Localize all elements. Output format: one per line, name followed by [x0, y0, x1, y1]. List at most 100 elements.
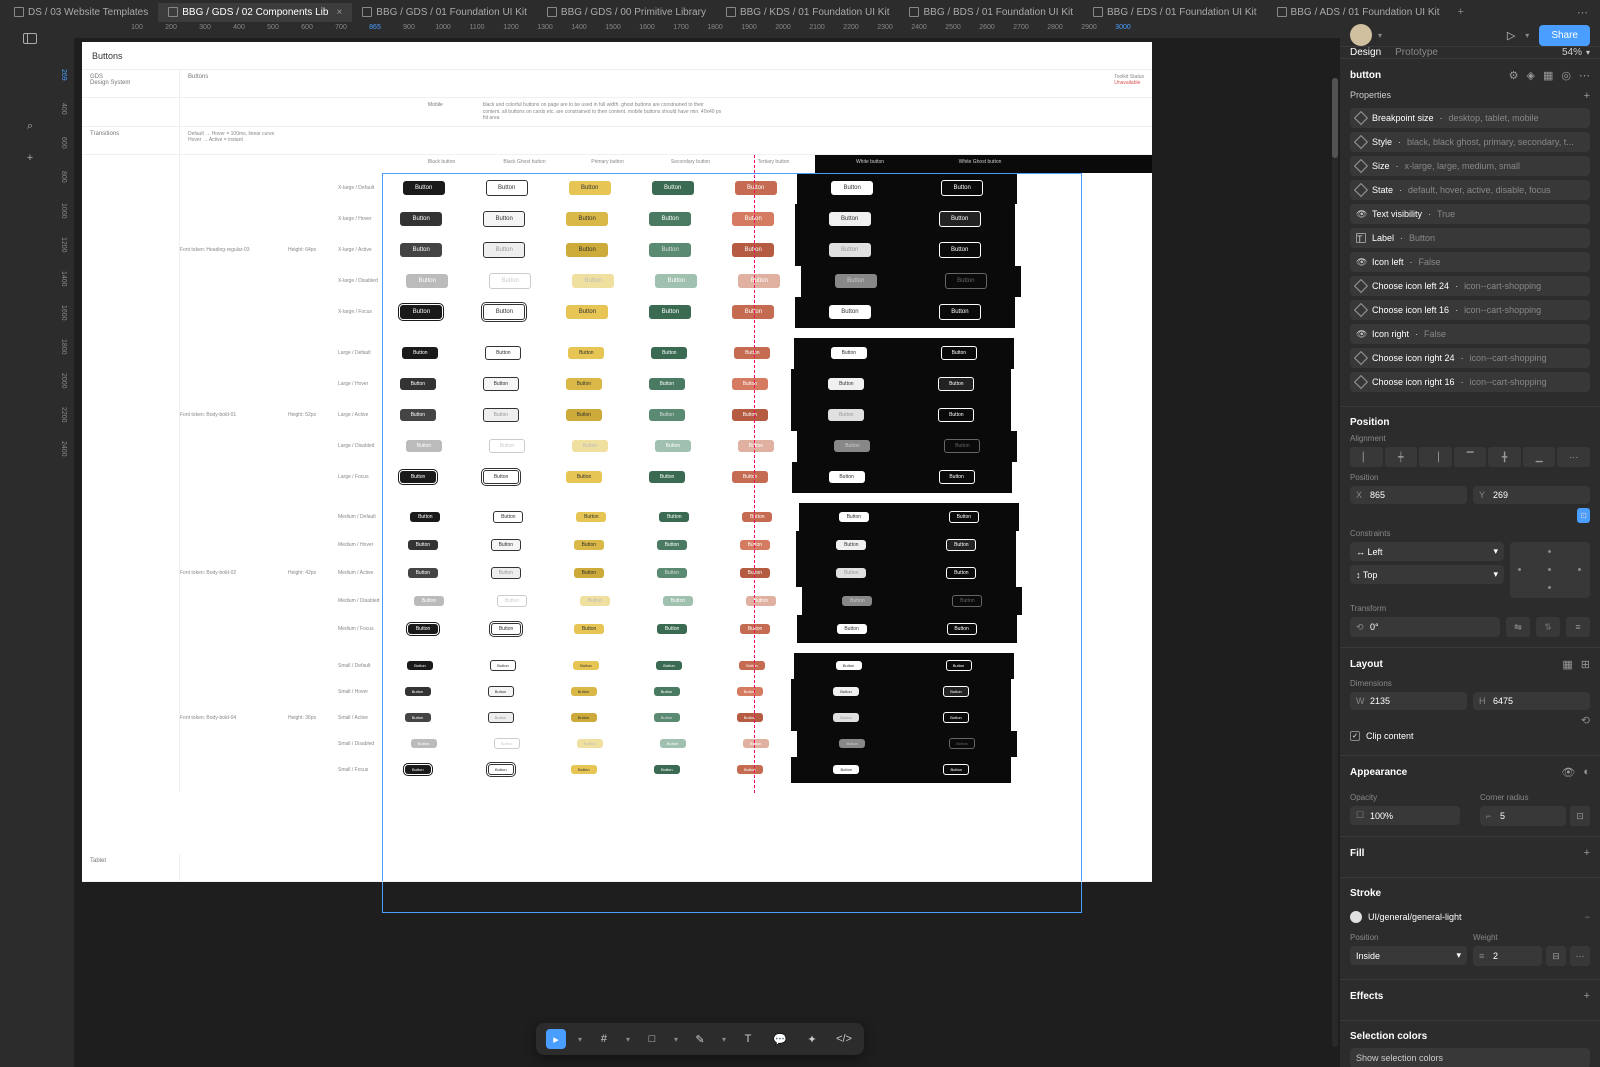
canvas-scrollbar[interactable]: [1332, 78, 1338, 1047]
clip-content-check[interactable]: ✓Clip content: [1350, 727, 1590, 745]
search-icon[interactable]: ⌕: [22, 118, 38, 134]
target-icon[interactable]: ◎: [1561, 69, 1571, 82]
variant-icon[interactable]: ◈: [1527, 69, 1535, 82]
pen-tool[interactable]: ✎: [690, 1029, 710, 1049]
add-tab[interactable]: +: [1450, 2, 1472, 22]
height-input[interactable]: H6475: [1473, 692, 1590, 710]
tab-2[interactable]: BBG / GDS / 01 Foundation UI Kit: [352, 3, 537, 22]
remove-stroke-icon[interactable]: −: [1585, 912, 1590, 922]
settings-icon[interactable]: ⚙: [1509, 69, 1519, 82]
share-button[interactable]: Share: [1539, 25, 1590, 46]
opacity-input[interactable]: ☐100%: [1350, 806, 1460, 825]
autolayout-icon[interactable]: ▦: [1562, 658, 1572, 671]
stroke-color-swatch[interactable]: [1350, 911, 1362, 923]
property-row[interactable]: Breakpoint size·desktop, tablet, mobile: [1350, 108, 1590, 128]
show-colors-button[interactable]: Show selection colors: [1350, 1048, 1590, 1067]
property-row[interactable]: 👁Icon left·False: [1350, 252, 1590, 272]
property-row[interactable]: Choose icon left 16·icon--cart-shopping: [1350, 300, 1590, 320]
property-row[interactable]: Size·x-large, large, medium, small: [1350, 156, 1590, 176]
x-input[interactable]: X865: [1350, 486, 1467, 504]
stroke-weight[interactable]: ≡2: [1473, 946, 1542, 966]
chevron-down-icon[interactable]: ▾: [1378, 31, 1382, 40]
transform-more[interactable]: ≡: [1566, 617, 1590, 637]
grid-icon[interactable]: ▦: [1543, 69, 1553, 82]
button-sample: Button: [737, 687, 763, 696]
button-sample: Button: [660, 739, 686, 748]
property-row[interactable]: Choose icon right 24·icon--cart-shopping: [1350, 348, 1590, 368]
property-row[interactable]: State·default, hover, active, disable, f…: [1350, 180, 1590, 200]
design-frame[interactable]: Buttons GDSDesign System Buttons Toolkit…: [82, 42, 1152, 882]
property-row[interactable]: 👁Icon right·False: [1350, 324, 1590, 344]
add-effect-icon[interactable]: +: [1584, 990, 1590, 1002]
stroke-side[interactable]: ⊟: [1546, 946, 1566, 966]
tab-7[interactable]: BBG / ADS / 01 Foundation UI Kit: [1267, 3, 1450, 22]
tab-0[interactable]: DS / 03 Website Templates: [4, 3, 158, 22]
button-sample: Button: [489, 439, 525, 453]
align-right[interactable]: ▕: [1419, 447, 1452, 467]
align-left[interactable]: ▏: [1350, 447, 1383, 467]
constraint-visual[interactable]: [1510, 542, 1590, 598]
align-vcenter[interactable]: ╋: [1488, 447, 1521, 467]
tab-4[interactable]: BBG / KDS / 01 Foundation UI Kit: [716, 3, 900, 22]
ruler-horizontal: 1002003004005006007008659001000110012001…: [60, 24, 1340, 38]
button-sample: Button: [566, 409, 602, 421]
link-dimensions-icon[interactable]: ⟲: [1581, 714, 1590, 727]
button-sample: Button: [573, 661, 599, 670]
tab-prototype[interactable]: Prototype: [1395, 47, 1438, 58]
width-input[interactable]: W2135: [1350, 692, 1467, 710]
dev-tool[interactable]: </>: [834, 1029, 854, 1049]
stroke-more[interactable]: ⋯: [1570, 946, 1590, 966]
comment-tool[interactable]: 💬: [770, 1029, 790, 1049]
panel-icon[interactable]: [22, 30, 38, 46]
abs-position-icon[interactable]: ⊡: [1577, 508, 1590, 523]
canvas[interactable]: 2694006008001000120014001600180020002200…: [60, 38, 1340, 1067]
add-icon[interactable]: +: [22, 150, 38, 166]
frame-tool[interactable]: #: [594, 1029, 614, 1049]
tab-3[interactable]: BBG / GDS / 00 Primitive Library: [537, 3, 716, 22]
flip-h[interactable]: ⇋: [1506, 617, 1530, 637]
property-row[interactable]: Style·black, black ghost, primary, secon…: [1350, 132, 1590, 152]
tab-5[interactable]: BBG / BDS / 01 Foundation UI Kit: [899, 3, 1083, 22]
move-tool[interactable]: ▸: [546, 1029, 566, 1049]
stroke-position[interactable]: Inside▾: [1350, 946, 1467, 965]
align-top[interactable]: ▔: [1454, 447, 1487, 467]
grid-icon[interactable]: ⊞: [1581, 658, 1590, 671]
align-hcenter[interactable]: ┿: [1385, 447, 1418, 467]
flip-v[interactable]: ⥮: [1536, 617, 1560, 637]
align-more[interactable]: ⋯: [1557, 447, 1590, 467]
align-bottom[interactable]: ▁: [1523, 447, 1556, 467]
y-input[interactable]: Y269: [1473, 486, 1590, 504]
property-row[interactable]: 👁Text visibility·True: [1350, 204, 1590, 224]
rect-tool[interactable]: □: [642, 1029, 662, 1049]
constraint-h[interactable]: ↔ Left▾: [1350, 542, 1504, 561]
more-icon[interactable]: ⋯: [1579, 69, 1590, 82]
constraint-v[interactable]: ↕ Top▾: [1350, 565, 1504, 584]
button-sample: Button: [488, 764, 514, 775]
button-sample: Button: [839, 739, 865, 748]
rotation-input[interactable]: ⟲0°: [1350, 617, 1500, 637]
button-sample: Button: [483, 408, 519, 422]
property-row[interactable]: Choose icon right 16·icon--cart-shopping: [1350, 372, 1590, 392]
corner-input[interactable]: ⌐5: [1480, 806, 1566, 826]
tab-1[interactable]: BBG / GDS / 02 Components Lib×: [158, 3, 352, 22]
add-fill-icon[interactable]: +: [1584, 847, 1590, 859]
corner-individual[interactable]: ⊡: [1570, 806, 1590, 826]
button-sample: Button: [945, 273, 987, 289]
tab-6[interactable]: BBG / EDS / 01 Foundation UI Kit: [1083, 3, 1267, 22]
close-icon[interactable]: ×: [336, 7, 342, 18]
property-row[interactable]: Choose icon left 24·icon--cart-shopping: [1350, 276, 1590, 296]
tab-design[interactable]: Design: [1350, 47, 1381, 58]
visibility-icon[interactable]: 👁: [1561, 766, 1575, 779]
property-row[interactable]: TLabel·Button: [1350, 228, 1590, 248]
avatar[interactable]: [1350, 24, 1372, 46]
chevron-down-icon[interactable]: ▾: [1525, 31, 1529, 40]
button-sample: Button: [566, 471, 602, 483]
actions-tool[interactable]: ✦: [802, 1029, 822, 1049]
zoom-control[interactable]: 54%▾: [1562, 47, 1590, 58]
blend-icon[interactable]: ◐: [1583, 766, 1590, 779]
play-icon[interactable]: ▷: [1507, 29, 1515, 42]
text-tool[interactable]: T: [738, 1029, 758, 1049]
more-icon[interactable]: ⋯: [1577, 6, 1588, 19]
add-property-icon[interactable]: +: [1584, 90, 1590, 102]
button-sample: Button: [829, 305, 871, 319]
